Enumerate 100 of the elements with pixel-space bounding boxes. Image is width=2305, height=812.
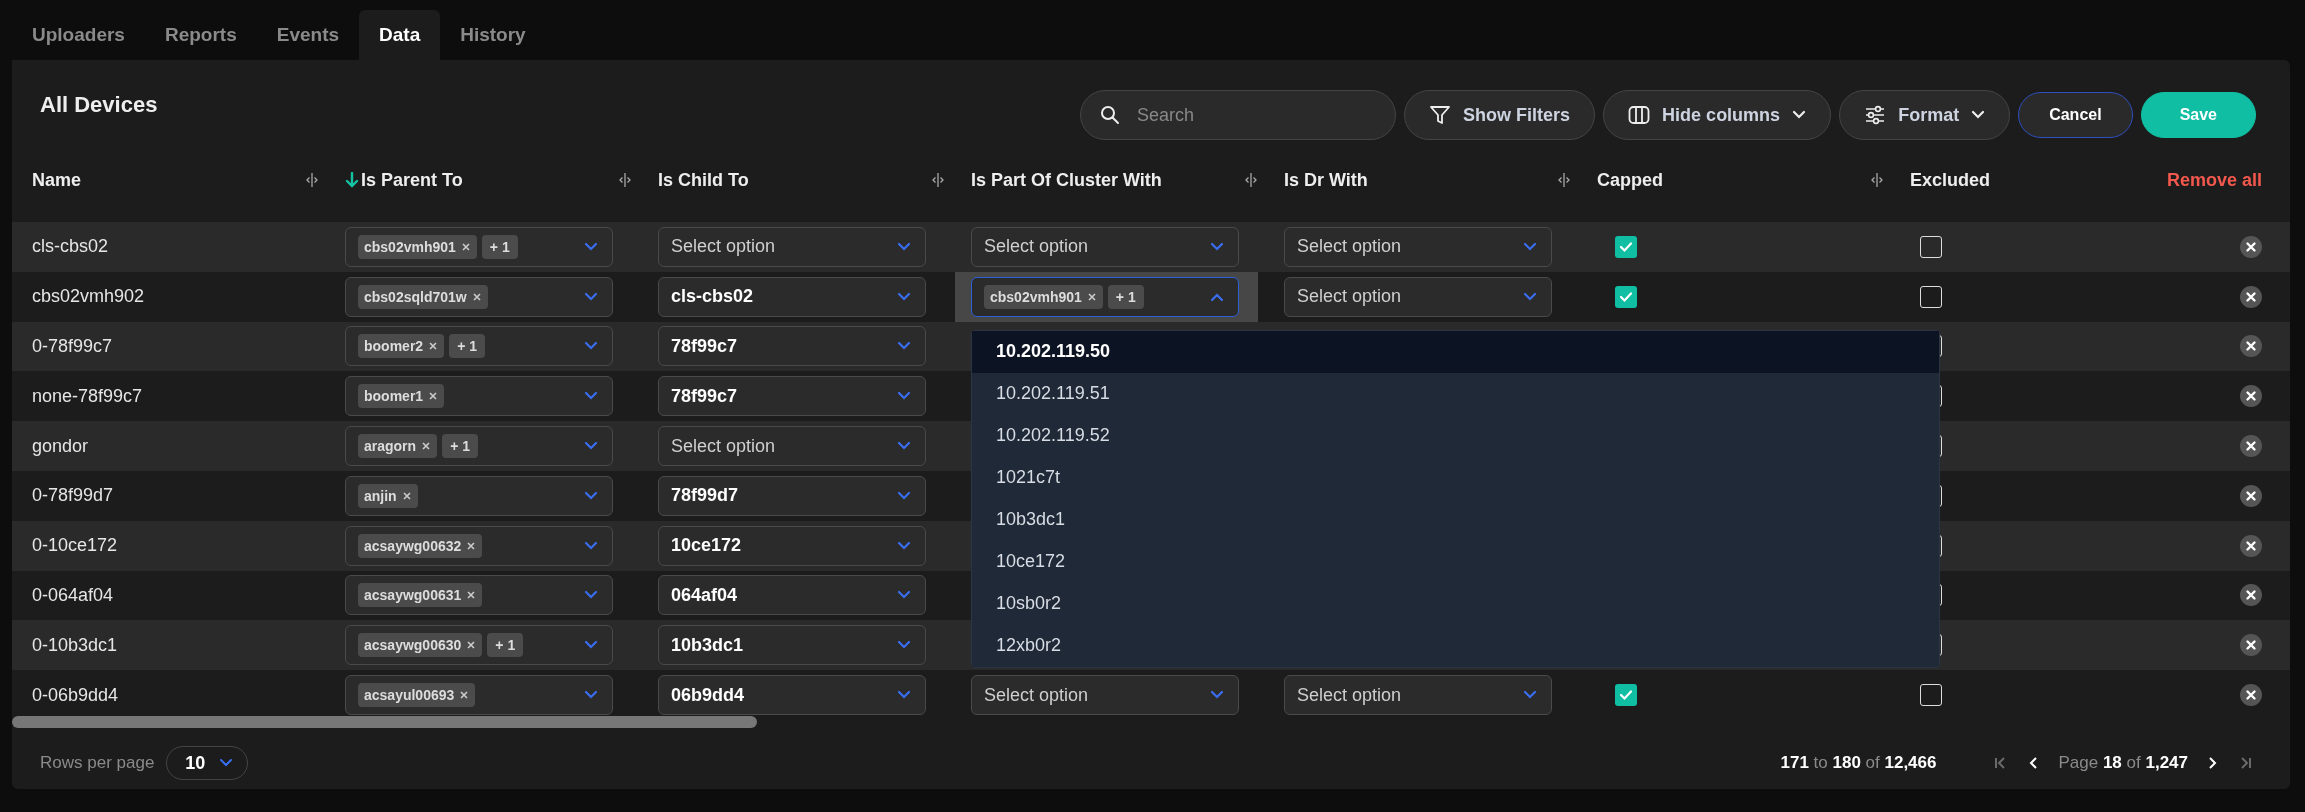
- select-field[interactable]: acsaywg00630 + 1: [345, 625, 613, 666]
- tag-chip[interactable]: acsayul00693: [358, 683, 476, 708]
- dropdown-option[interactable]: 10.202.119.50: [972, 330, 1939, 373]
- remove-tag-icon[interactable]: [460, 241, 471, 252]
- select-field[interactable]: Select option: [658, 426, 926, 467]
- select-field[interactable]: 78f99c7: [658, 326, 926, 367]
- column-header[interactable]: Is Parent To: [345, 169, 632, 191]
- remove-row-icon[interactable]: [2240, 285, 2262, 308]
- remove-all-link[interactable]: Remove all: [2166, 169, 2262, 191]
- select-field[interactable]: Select option: [971, 226, 1239, 267]
- checkbox[interactable]: [1920, 684, 1942, 707]
- tag-chip[interactable]: anjin: [358, 483, 418, 508]
- select-field[interactable]: 064af04: [658, 575, 926, 616]
- tab[interactable]: Uploaders: [12, 10, 145, 60]
- select-field[interactable]: acsaywg00632: [345, 525, 613, 566]
- tag-chip[interactable]: boomer2: [358, 334, 445, 359]
- column-header[interactable]: Is Part Of Cluster With: [971, 169, 1258, 191]
- column-header[interactable]: Excluded: [1910, 169, 1991, 191]
- select-field[interactable]: 78f99c7: [658, 376, 926, 417]
- column-header[interactable]: Is Child To: [658, 169, 945, 191]
- search-field[interactable]: Search: [1080, 90, 1397, 140]
- tab[interactable]: Events: [256, 10, 360, 60]
- remove-tag-icon[interactable]: [466, 640, 477, 651]
- select-placeholder: Select option: [1297, 684, 1402, 706]
- remove-row-icon[interactable]: [2240, 484, 2262, 507]
- remove-row-icon[interactable]: [2240, 584, 2262, 607]
- select-field[interactable]: boomer2 + 1: [345, 326, 613, 367]
- select-field[interactable]: 06b9dd4: [658, 675, 926, 716]
- remove-row-icon[interactable]: [2240, 435, 2262, 458]
- sliders-icon: [1864, 104, 1887, 126]
- format-button[interactable]: Format: [1839, 90, 2011, 140]
- remove-tag-icon[interactable]: [466, 590, 477, 601]
- columns-button[interactable]: Hide columns: [1603, 90, 1832, 140]
- select-field[interactable]: cls-cbs02: [658, 276, 926, 317]
- rows-per-page-select[interactable]: 10: [166, 746, 249, 780]
- tab[interactable]: History: [440, 10, 546, 60]
- column-header[interactable]: Is Dr With: [1284, 169, 1571, 191]
- checkbox[interactable]: [1615, 235, 1637, 258]
- device-name: 0-06b9dd4: [32, 684, 119, 706]
- select-field[interactable]: cbs02vmh901 + 1: [345, 226, 613, 267]
- remove-row-icon[interactable]: [2240, 634, 2262, 657]
- remove-row-icon[interactable]: [2240, 684, 2262, 707]
- device-name: gondor: [32, 435, 89, 457]
- select-placeholder: Select option: [984, 684, 1089, 706]
- remove-row-icon[interactable]: [2240, 385, 2262, 408]
- tag-chip[interactable]: cbs02vmh901: [984, 284, 1103, 309]
- cancel-button[interactable]: Cancel: [2018, 92, 2133, 138]
- select-field[interactable]: Select option: [1284, 276, 1552, 317]
- checkbox[interactable]: [1920, 235, 1942, 258]
- tag-chip[interactable]: boomer1: [358, 384, 445, 409]
- select-value: 10b3dc1: [671, 634, 744, 656]
- tab[interactable]: Reports: [144, 10, 257, 60]
- remove-tag-icon[interactable]: [466, 540, 477, 551]
- tag-chip[interactable]: acsaywg00631: [358, 583, 483, 608]
- select-field[interactable]: 10b3dc1: [658, 625, 926, 666]
- remove-tag-icon[interactable]: [459, 690, 470, 701]
- select-field[interactable]: cbs02vmh901 + 1: [971, 276, 1239, 317]
- chevron-down-icon: [1523, 291, 1537, 302]
- remove-tag-icon[interactable]: [428, 341, 439, 352]
- remove-tag-icon[interactable]: [428, 391, 439, 402]
- select-field[interactable]: Select option: [1284, 226, 1552, 267]
- remove-tag-icon[interactable]: [1086, 291, 1097, 302]
- select-field[interactable]: anjin: [345, 475, 613, 516]
- remove-row-icon[interactable]: [2240, 534, 2262, 557]
- checkbox[interactable]: [1615, 684, 1637, 707]
- scrollbar-thumb[interactable]: [12, 716, 757, 728]
- tag-chip[interactable]: aragorn: [358, 434, 438, 459]
- device-name: none-78f99c7: [32, 385, 143, 407]
- remove-row-icon[interactable]: [2240, 235, 2262, 258]
- column-header[interactable]: Capped: [1597, 169, 1884, 191]
- tag-chip[interactable]: acsaywg00630: [358, 633, 483, 658]
- select-field[interactable]: boomer1: [345, 376, 613, 417]
- tag-chip[interactable]: acsaywg00632: [358, 533, 483, 558]
- checkbox[interactable]: [1920, 285, 1942, 308]
- select-field[interactable]: Select option: [971, 675, 1239, 716]
- select-field[interactable]: aragorn + 1: [345, 426, 613, 467]
- select-field[interactable]: 78f99d7: [658, 475, 926, 516]
- chevron-down-icon: [897, 490, 911, 501]
- chevron-down-icon: [584, 640, 598, 651]
- select-field[interactable]: cbs02sqld701w: [345, 276, 613, 317]
- device-name: 0-10ce172: [32, 535, 118, 557]
- remove-tag-icon[interactable]: [421, 441, 432, 452]
- tab[interactable]: Data: [359, 10, 441, 60]
- select-field[interactable]: Select option: [1284, 675, 1552, 716]
- filter-button[interactable]: Show Filters: [1404, 90, 1596, 140]
- checkbox[interactable]: [1615, 285, 1637, 308]
- select-field[interactable]: acsayul00693: [345, 675, 613, 716]
- resize-handle-icon: [931, 172, 945, 188]
- remove-tag-icon[interactable]: [401, 490, 412, 501]
- column-header[interactable]: Name: [32, 169, 319, 191]
- tag-chip[interactable]: cbs02sqld701w: [358, 284, 488, 309]
- resize-handle-icon: [1244, 172, 1258, 188]
- select-field[interactable]: acsaywg00631: [345, 575, 613, 616]
- chevron-down-icon: [584, 391, 598, 402]
- select-value: cls-cbs02: [671, 286, 754, 308]
- tag-chip[interactable]: cbs02vmh901: [358, 234, 477, 259]
- select-field[interactable]: Select option: [658, 226, 926, 267]
- select-field[interactable]: 10ce172: [658, 525, 926, 566]
- remove-row-icon[interactable]: [2240, 335, 2262, 358]
- remove-tag-icon[interactable]: [471, 291, 482, 302]
